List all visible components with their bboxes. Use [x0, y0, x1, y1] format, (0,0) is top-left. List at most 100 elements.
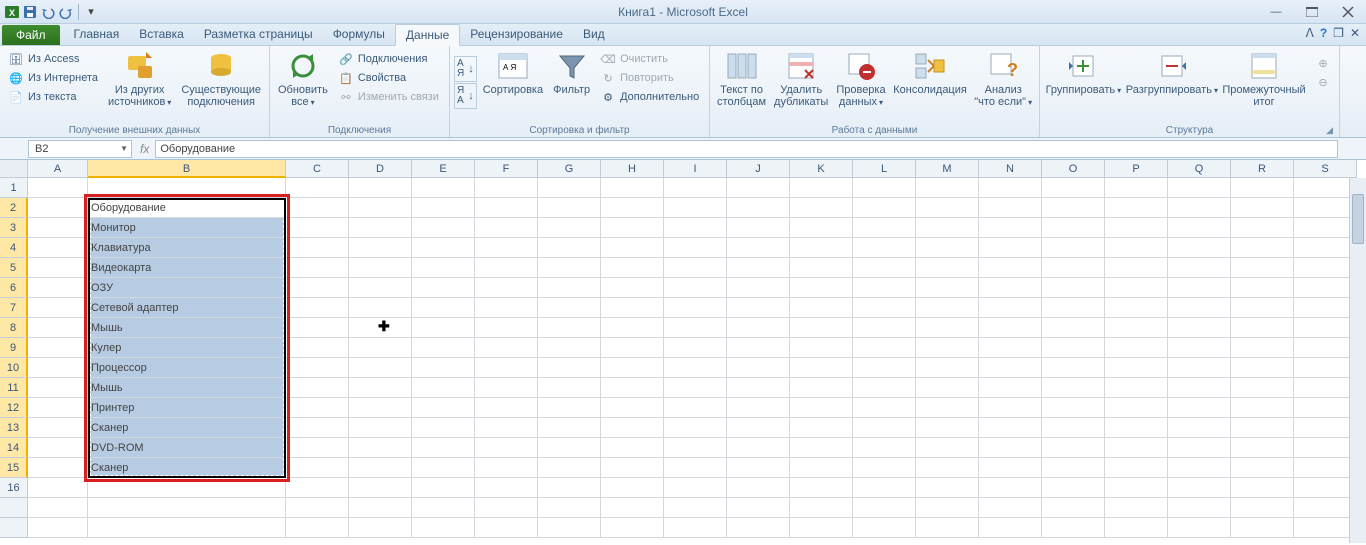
cell-G3[interactable]: [538, 218, 601, 238]
cell-L1[interactable]: [853, 178, 916, 198]
cell-C8[interactable]: [286, 318, 349, 338]
cell-E3[interactable]: [412, 218, 475, 238]
cell-D16[interactable]: [349, 478, 412, 498]
cell-D[interactable]: [349, 518, 412, 538]
cell-J7[interactable]: [727, 298, 790, 318]
from-other-sources-button[interactable]: Из других источников▾: [104, 48, 175, 111]
cell-N11[interactable]: [979, 378, 1042, 398]
cell-E[interactable]: [412, 498, 475, 518]
cell-A8[interactable]: [28, 318, 88, 338]
subtotal-button[interactable]: Промежуточный итог: [1221, 48, 1307, 110]
cell-Q7[interactable]: [1168, 298, 1231, 318]
cell-K14[interactable]: [790, 438, 853, 458]
cell-C9[interactable]: [286, 338, 349, 358]
cell-Q8[interactable]: [1168, 318, 1231, 338]
cell-I14[interactable]: [664, 438, 727, 458]
row-header-11[interactable]: 11: [0, 378, 28, 398]
cell-I11[interactable]: [664, 378, 727, 398]
redo-icon[interactable]: [58, 4, 74, 20]
cell-B16[interactable]: [88, 478, 286, 498]
cell-P15[interactable]: [1105, 458, 1168, 478]
cell-J[interactable]: [727, 498, 790, 518]
cell-O[interactable]: [1042, 498, 1105, 518]
col-header-O[interactable]: O: [1042, 160, 1105, 178]
cell-L13[interactable]: [853, 418, 916, 438]
cell-B1[interactable]: [88, 178, 286, 198]
cell-J13[interactable]: [727, 418, 790, 438]
cell-Q[interactable]: [1168, 518, 1231, 538]
cell-P16[interactable]: [1105, 478, 1168, 498]
cell-D2[interactable]: [349, 198, 412, 218]
cell-J6[interactable]: [727, 278, 790, 298]
cell-P5[interactable]: [1105, 258, 1168, 278]
cell-S11[interactable]: [1294, 378, 1357, 398]
excel-icon[interactable]: X: [4, 4, 20, 20]
cell-B2[interactable]: Оборудование: [88, 198, 286, 218]
tab-вставка[interactable]: Вставка: [129, 24, 194, 45]
cell-C7[interactable]: [286, 298, 349, 318]
row-header-1[interactable]: 1: [0, 178, 28, 198]
row-header-10[interactable]: 10: [0, 358, 28, 378]
cell-R16[interactable]: [1231, 478, 1294, 498]
cell-L[interactable]: [853, 498, 916, 518]
cell-F16[interactable]: [475, 478, 538, 498]
cell-J3[interactable]: [727, 218, 790, 238]
cell-S3[interactable]: [1294, 218, 1357, 238]
cell-L11[interactable]: [853, 378, 916, 398]
cell-B[interactable]: [88, 498, 286, 518]
cell-P7[interactable]: [1105, 298, 1168, 318]
col-header-I[interactable]: I: [664, 160, 727, 178]
cell-J8[interactable]: [727, 318, 790, 338]
cell-B[interactable]: [88, 518, 286, 538]
cell-E5[interactable]: [412, 258, 475, 278]
cell-I16[interactable]: [664, 478, 727, 498]
cell-G14[interactable]: [538, 438, 601, 458]
row-header-14[interactable]: 14: [0, 438, 28, 458]
cell-L2[interactable]: [853, 198, 916, 218]
cell-G12[interactable]: [538, 398, 601, 418]
cell-J2[interactable]: [727, 198, 790, 218]
cell-A[interactable]: [28, 498, 88, 518]
cell-G6[interactable]: [538, 278, 601, 298]
cell-H5[interactable]: [601, 258, 664, 278]
cell-I4[interactable]: [664, 238, 727, 258]
cell-I5[interactable]: [664, 258, 727, 278]
cell-F15[interactable]: [475, 458, 538, 478]
cell-S14[interactable]: [1294, 438, 1357, 458]
cell-H[interactable]: [601, 498, 664, 518]
cell-H14[interactable]: [601, 438, 664, 458]
cell-J[interactable]: [727, 518, 790, 538]
cell-K[interactable]: [790, 498, 853, 518]
cell-Q13[interactable]: [1168, 418, 1231, 438]
cell-N4[interactable]: [979, 238, 1042, 258]
cell-I9[interactable]: [664, 338, 727, 358]
tab-данные[interactable]: Данные: [395, 24, 460, 46]
row-header-5[interactable]: 5: [0, 258, 28, 278]
cell-B5[interactable]: Видеокарта: [88, 258, 286, 278]
cell-O7[interactable]: [1042, 298, 1105, 318]
cell-L3[interactable]: [853, 218, 916, 238]
cell-N8[interactable]: [979, 318, 1042, 338]
cell-D14[interactable]: [349, 438, 412, 458]
cell-B7[interactable]: Сетевой адаптер: [88, 298, 286, 318]
cell-J14[interactable]: [727, 438, 790, 458]
cell-S2[interactable]: [1294, 198, 1357, 218]
cell-L6[interactable]: [853, 278, 916, 298]
cell-N[interactable]: [979, 518, 1042, 538]
cell-G10[interactable]: [538, 358, 601, 378]
row-header-3[interactable]: 3: [0, 218, 28, 238]
cell-L[interactable]: [853, 518, 916, 538]
cell-A12[interactable]: [28, 398, 88, 418]
cell-K1[interactable]: [790, 178, 853, 198]
cell-Q12[interactable]: [1168, 398, 1231, 418]
cell-D8[interactable]: [349, 318, 412, 338]
cell-F14[interactable]: [475, 438, 538, 458]
cell-O3[interactable]: [1042, 218, 1105, 238]
cell-Q[interactable]: [1168, 498, 1231, 518]
cell-L7[interactable]: [853, 298, 916, 318]
cell-O1[interactable]: [1042, 178, 1105, 198]
cell-G2[interactable]: [538, 198, 601, 218]
cell-Q14[interactable]: [1168, 438, 1231, 458]
col-header-C[interactable]: C: [286, 160, 349, 178]
cell-R11[interactable]: [1231, 378, 1294, 398]
